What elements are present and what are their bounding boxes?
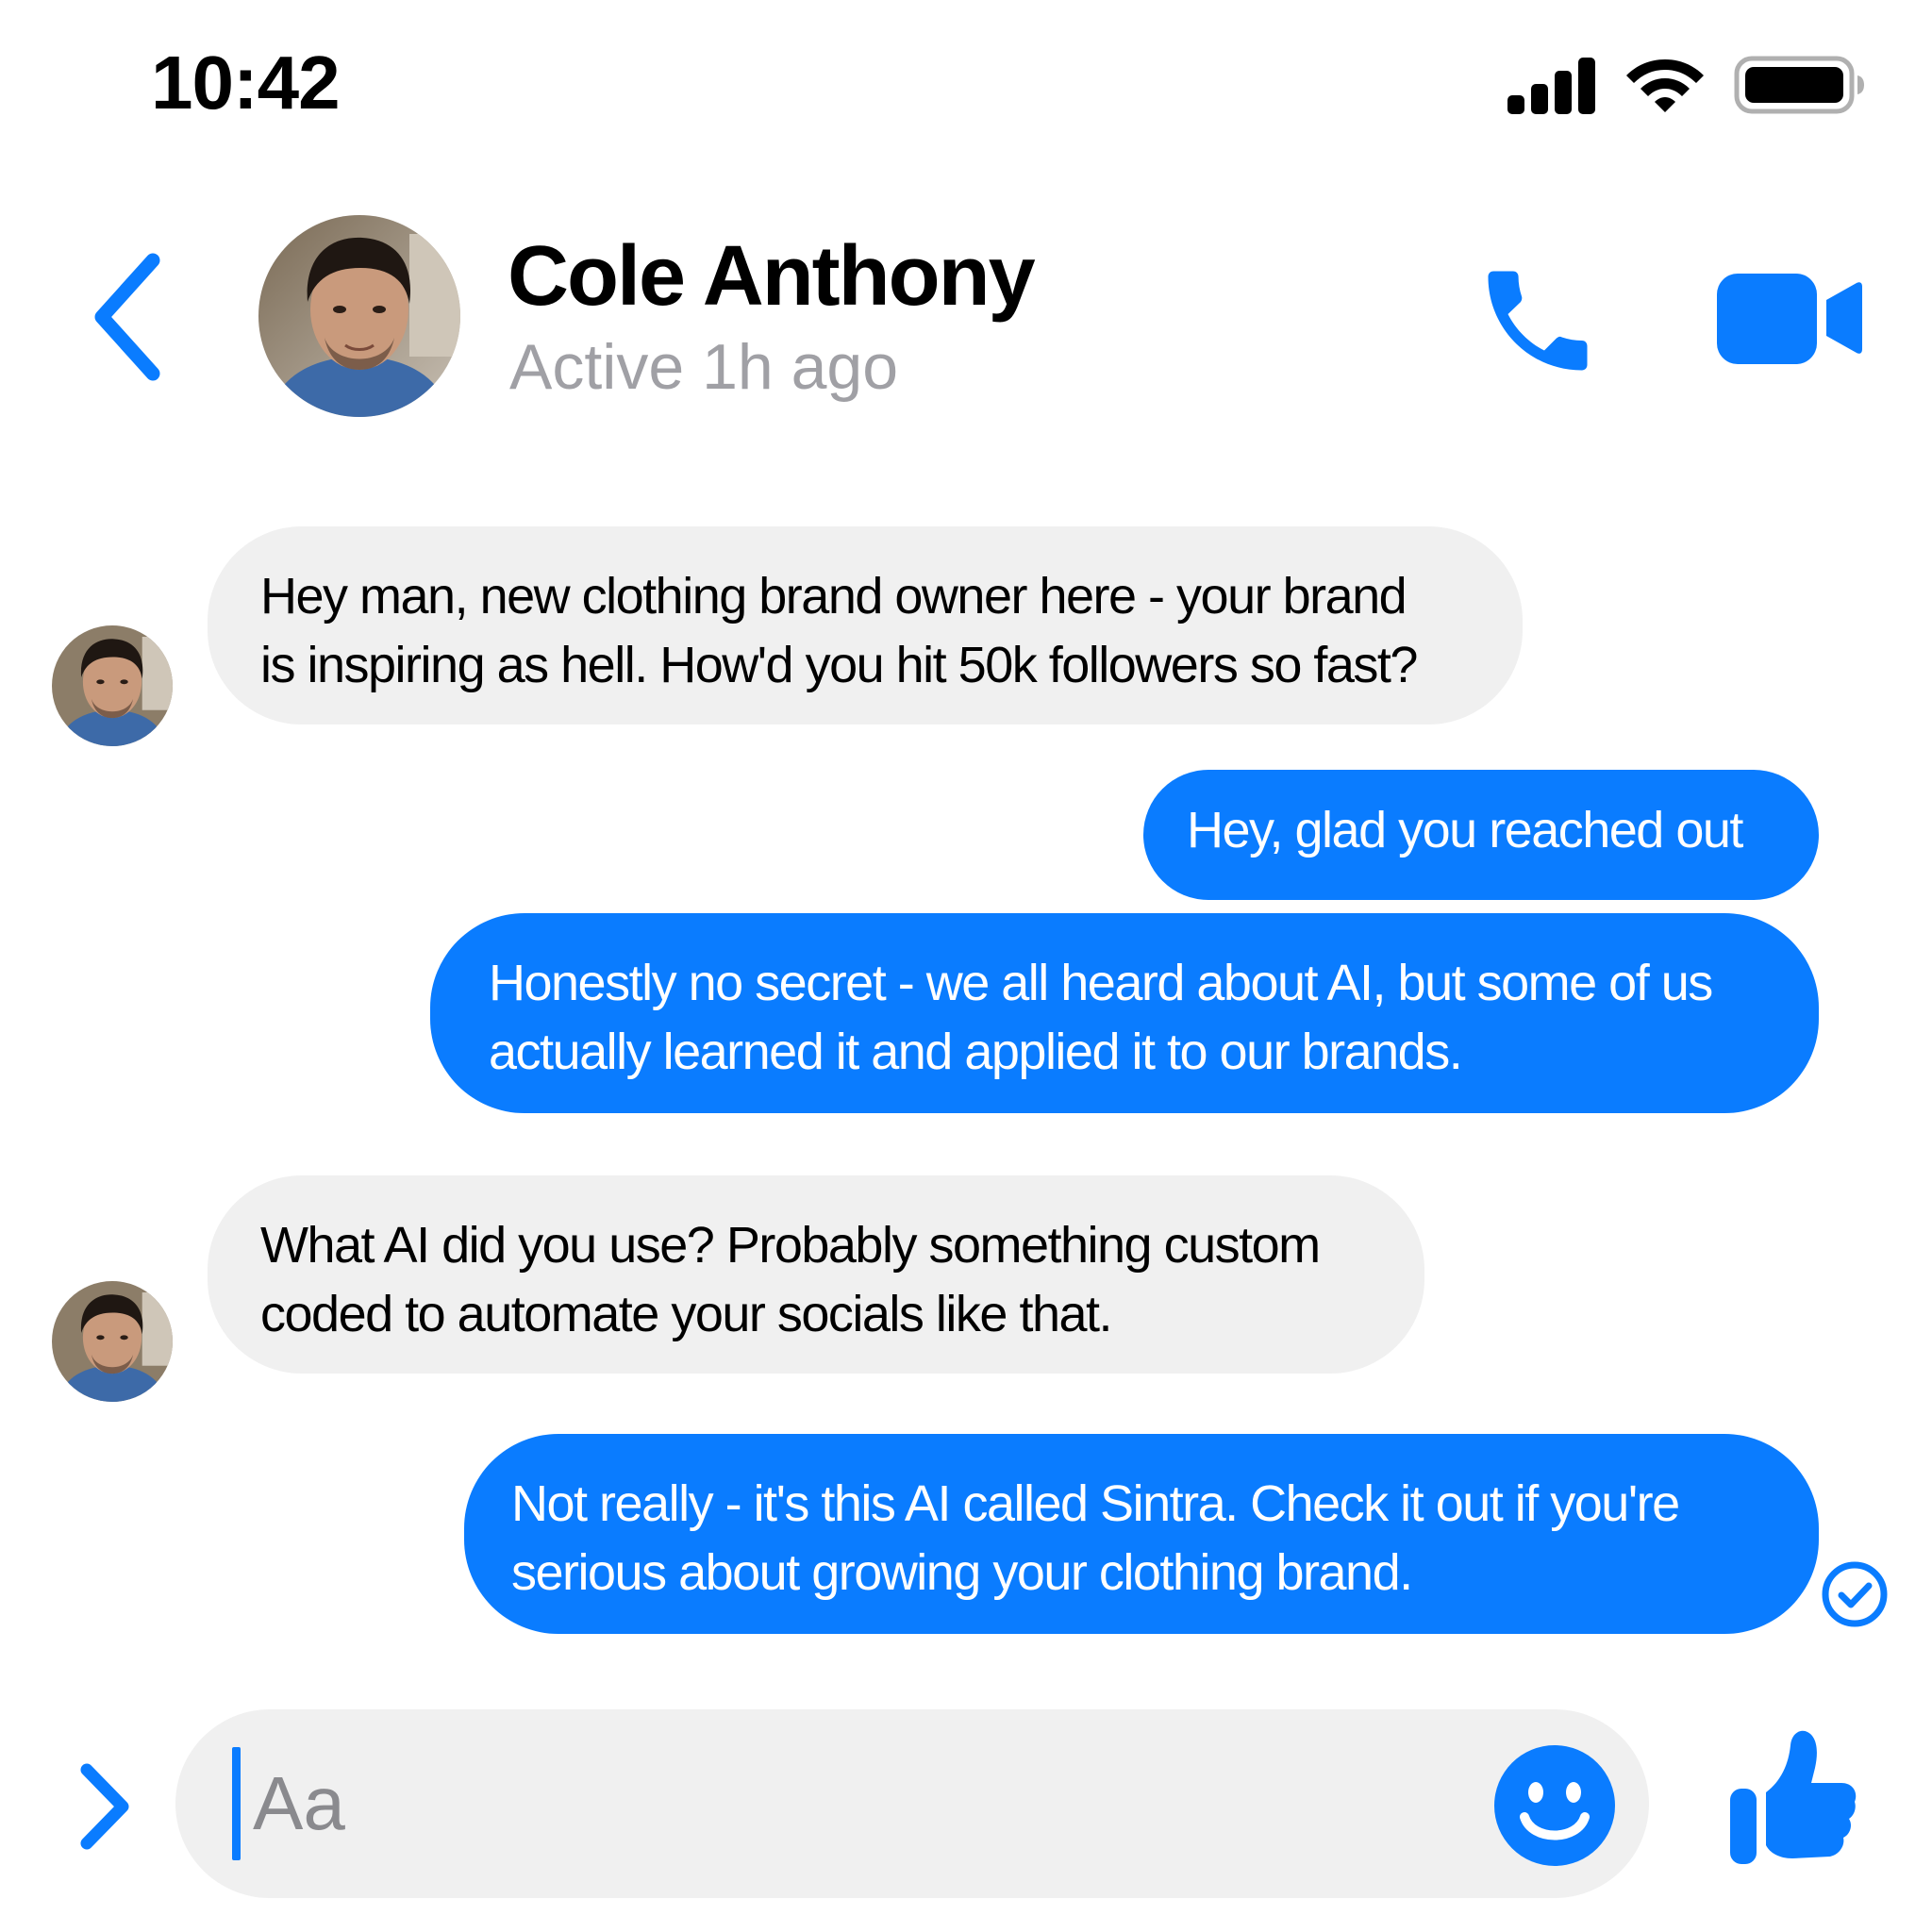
contact-avatar-small[interactable]	[52, 1281, 173, 1402]
delivered-check-icon	[1822, 1561, 1888, 1627]
emoji-button[interactable]	[1492, 1743, 1617, 1868]
message-incoming[interactable]: What AI did you use? Probably something …	[208, 1175, 1424, 1374]
message-incoming[interactable]: Hey man, new clothing brand owner here -…	[208, 526, 1523, 724]
video-camera-icon	[1717, 274, 1862, 364]
avatar-photo	[258, 215, 460, 417]
conversation-header: Cole Anthony Active 1h ago	[0, 189, 1932, 453]
message-line: What AI did you use? Probably something …	[260, 1217, 1321, 1274]
contact-name[interactable]: Cole Anthony	[508, 228, 1036, 325]
message-line: Honestly no secret - we all heard about …	[489, 955, 1713, 1011]
avatar-photo	[52, 625, 173, 746]
phone-icon	[1488, 271, 1588, 371]
wifi-icon	[1626, 59, 1704, 112]
video-call-button[interactable]	[1715, 266, 1864, 370]
cellular-signal-icon	[1507, 58, 1595, 114]
message-input[interactable]	[253, 1747, 1441, 1860]
text-cursor	[232, 1747, 241, 1860]
message-line: Hey, glad you reached out	[1187, 802, 1743, 858]
emoji-icon	[1494, 1745, 1615, 1866]
message-outgoing[interactable]: Hey, glad you reached out	[1143, 770, 1819, 900]
contact-avatar-small[interactable]	[52, 625, 173, 746]
status-icons	[1507, 47, 1866, 123]
message-line: Hey man, new clothing brand owner here -…	[260, 568, 1407, 625]
message-line: serious about growing your clothing bran…	[511, 1544, 1413, 1601]
avatar-photo	[52, 1281, 173, 1402]
message-outgoing[interactable]: Honestly no secret - we all heard about …	[430, 913, 1819, 1113]
message-line: Not really - it's this AI called Sintra.…	[511, 1475, 1680, 1532]
expand-actions-button[interactable]	[66, 1755, 142, 1858]
contact-active-status: Active 1h ago	[509, 331, 899, 403]
like-button[interactable]	[1726, 1726, 1858, 1868]
back-button[interactable]	[85, 251, 179, 383]
message-line: coded to automate your socials like that…	[260, 1286, 1113, 1342]
voice-call-button[interactable]	[1472, 255, 1604, 387]
status-bar: 10:42	[0, 0, 1932, 132]
status-time: 10:42	[151, 41, 341, 125]
thumbs-up-icon	[1730, 1730, 1857, 1864]
contact-avatar[interactable]	[258, 215, 460, 417]
expand-chevron-icon	[80, 1763, 129, 1850]
back-chevron-icon	[94, 253, 160, 381]
message-composer	[175, 1709, 1649, 1898]
message-line: actually learned it and applied it to ou…	[489, 1024, 1463, 1080]
battery-icon	[1734, 56, 1864, 114]
message-line: is inspiring as hell. How'd you hit 50k …	[260, 637, 1418, 693]
message-outgoing[interactable]: Not really - it's this AI called Sintra.…	[464, 1434, 1819, 1634]
